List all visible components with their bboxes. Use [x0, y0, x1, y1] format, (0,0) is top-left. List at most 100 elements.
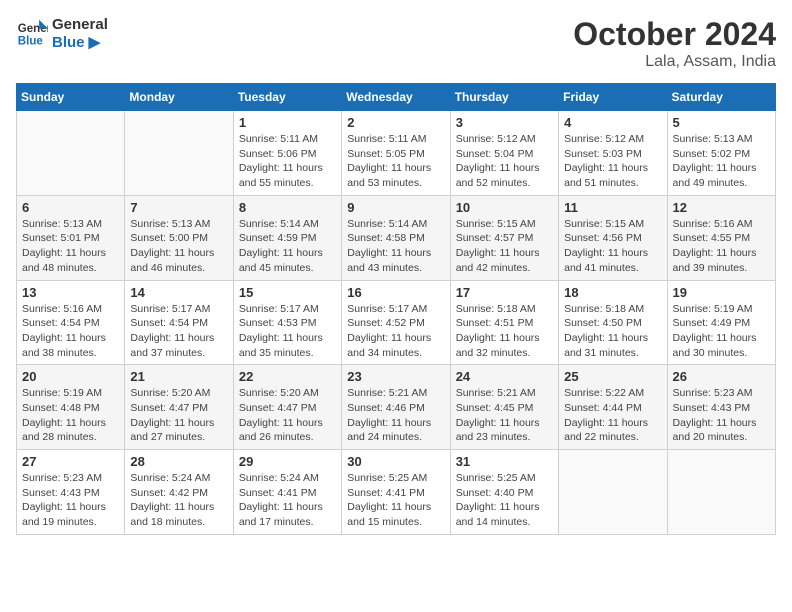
calendar-week-5: 27 Sunrise: 5:23 AM Sunset: 4:43 PM Dayli…: [17, 450, 776, 535]
calendar-cell: 27 Sunrise: 5:23 AM Sunset: 4:43 PM Dayli…: [17, 450, 125, 535]
header: General Blue General Blue ▶ October 2024…: [16, 16, 776, 71]
day-info: Sunrise: 5:25 AM Sunset: 4:40 PM Dayligh…: [456, 471, 553, 530]
calendar-cell: 12Sunrise: 5:16 AM Sunset: 4:55 PM Dayli…: [667, 195, 775, 280]
day-number: 31: [456, 454, 553, 469]
day-info: Sunrise: 5:19 AM Sunset: 4:48 PM Dayligh…: [22, 386, 119, 445]
day-number: 23: [347, 369, 444, 384]
calendar-location: Lala, Assam, India: [573, 53, 776, 71]
calendar-cell: 26 Sunrise: 5:23 AM Sunset: 4:43 PM Dayli…: [667, 365, 775, 450]
calendar-cell: 23 Sunrise: 5:21 AM Sunset: 4:46 PM Dayli…: [342, 365, 450, 450]
day-info: Sunrise: 5:24 AM Sunset: 4:42 PM Dayligh…: [130, 471, 227, 530]
calendar-cell: 9 Sunrise: 5:14 AM Sunset: 4:58 PM Daylig…: [342, 195, 450, 280]
day-number: 30: [347, 454, 444, 469]
day-number: 25: [564, 369, 661, 384]
day-info: Sunrise: 5:21 AM Sunset: 4:45 PM Dayligh…: [456, 386, 553, 445]
day-number: 9: [347, 200, 444, 215]
col-header-sunday: Sunday: [17, 84, 125, 111]
day-info: Sunrise: 5:13 AM Sunset: 5:01 PM Dayligh…: [22, 217, 119, 276]
day-number: 15: [239, 285, 336, 300]
logo-blue: Blue ▶: [52, 34, 108, 52]
col-header-tuesday: Tuesday: [233, 84, 341, 111]
day-info: Sunrise: 5:23 AM Sunset: 4:43 PM Dayligh…: [673, 386, 770, 445]
calendar-cell: 1 Sunrise: 5:11 AM Sunset: 5:06 PM Daylig…: [233, 111, 341, 196]
calendar-cell: 14 Sunrise: 5:17 AM Sunset: 4:54 PM Dayli…: [125, 280, 233, 365]
day-number: 5: [673, 115, 770, 130]
calendar-header-row: SundayMondayTuesdayWednesdayThursdayFrid…: [17, 84, 776, 111]
calendar-cell: 25 Sunrise: 5:22 AM Sunset: 4:44 PM Dayli…: [559, 365, 667, 450]
day-number: 24: [456, 369, 553, 384]
day-number: 16: [347, 285, 444, 300]
day-info: Sunrise: 5:13 AM Sunset: 5:02 PM Dayligh…: [673, 132, 770, 191]
day-info: Sunrise: 5:19 AM Sunset: 4:49 PM Dayligh…: [673, 302, 770, 361]
calendar-cell: 8 Sunrise: 5:14 AM Sunset: 4:59 PM Daylig…: [233, 195, 341, 280]
day-info: Sunrise: 5:11 AM Sunset: 5:05 PM Dayligh…: [347, 132, 444, 191]
calendar-cell: 18 Sunrise: 5:18 AM Sunset: 4:50 PM Dayli…: [559, 280, 667, 365]
calendar-week-4: 20 Sunrise: 5:19 AM Sunset: 4:48 PM Dayli…: [17, 365, 776, 450]
logo-general: General: [52, 16, 108, 34]
day-number: 22: [239, 369, 336, 384]
day-number: 28: [130, 454, 227, 469]
calendar-cell: 31 Sunrise: 5:25 AM Sunset: 4:40 PM Dayli…: [450, 450, 558, 535]
day-info: Sunrise: 5:12 AM Sunset: 5:04 PM Dayligh…: [456, 132, 553, 191]
calendar-cell: [125, 111, 233, 196]
day-info: Sunrise: 5:23 AM Sunset: 4:43 PM Dayligh…: [22, 471, 119, 530]
day-number: 6: [22, 200, 119, 215]
col-header-saturday: Saturday: [667, 84, 775, 111]
col-header-monday: Monday: [125, 84, 233, 111]
day-number: 18: [564, 285, 661, 300]
day-number: 20: [22, 369, 119, 384]
calendar-week-1: 1 Sunrise: 5:11 AM Sunset: 5:06 PM Daylig…: [17, 111, 776, 196]
day-number: 3: [456, 115, 553, 130]
calendar-cell: 28 Sunrise: 5:24 AM Sunset: 4:42 PM Dayli…: [125, 450, 233, 535]
calendar-cell: 7Sunrise: 5:13 AM Sunset: 5:00 PM Daylig…: [125, 195, 233, 280]
day-number: 13: [22, 285, 119, 300]
calendar-week-2: 6 Sunrise: 5:13 AM Sunset: 5:01 PM Daylig…: [17, 195, 776, 280]
day-number: 2: [347, 115, 444, 130]
day-info: Sunrise: 5:14 AM Sunset: 4:58 PM Dayligh…: [347, 217, 444, 276]
day-number: 7: [130, 200, 227, 215]
day-info: Sunrise: 5:18 AM Sunset: 4:50 PM Dayligh…: [564, 302, 661, 361]
day-number: 4: [564, 115, 661, 130]
calendar-title: October 2024: [573, 16, 776, 53]
day-info: Sunrise: 5:16 AM Sunset: 4:54 PM Dayligh…: [22, 302, 119, 361]
day-info: Sunrise: 5:20 AM Sunset: 4:47 PM Dayligh…: [239, 386, 336, 445]
title-area: October 2024 Lala, Assam, India: [573, 16, 776, 71]
day-number: 1: [239, 115, 336, 130]
day-info: Sunrise: 5:20 AM Sunset: 4:47 PM Dayligh…: [130, 386, 227, 445]
calendar-cell: 21 Sunrise: 5:20 AM Sunset: 4:47 PM Dayli…: [125, 365, 233, 450]
day-number: 26: [673, 369, 770, 384]
day-info: Sunrise: 5:18 AM Sunset: 4:51 PM Dayligh…: [456, 302, 553, 361]
day-number: 27: [22, 454, 119, 469]
col-header-thursday: Thursday: [450, 84, 558, 111]
day-info: Sunrise: 5:17 AM Sunset: 4:54 PM Dayligh…: [130, 302, 227, 361]
calendar-cell: 4 Sunrise: 5:12 AM Sunset: 5:03 PM Daylig…: [559, 111, 667, 196]
calendar-cell: 3 Sunrise: 5:12 AM Sunset: 5:04 PM Daylig…: [450, 111, 558, 196]
calendar-cell: 5 Sunrise: 5:13 AM Sunset: 5:02 PM Daylig…: [667, 111, 775, 196]
calendar-cell: 15Sunrise: 5:17 AM Sunset: 4:53 PM Dayli…: [233, 280, 341, 365]
day-number: 21: [130, 369, 227, 384]
day-info: Sunrise: 5:15 AM Sunset: 4:57 PM Dayligh…: [456, 217, 553, 276]
calendar-cell: 2 Sunrise: 5:11 AM Sunset: 5:05 PM Daylig…: [342, 111, 450, 196]
day-number: 10: [456, 200, 553, 215]
day-info: Sunrise: 5:12 AM Sunset: 5:03 PM Dayligh…: [564, 132, 661, 191]
calendar-cell: [559, 450, 667, 535]
calendar-cell: [17, 111, 125, 196]
day-info: Sunrise: 5:21 AM Sunset: 4:46 PM Dayligh…: [347, 386, 444, 445]
logo: General Blue General Blue ▶: [16, 16, 108, 52]
day-info: Sunrise: 5:22 AM Sunset: 4:44 PM Dayligh…: [564, 386, 661, 445]
calendar-cell: 17Sunrise: 5:18 AM Sunset: 4:51 PM Dayli…: [450, 280, 558, 365]
calendar-cell: 29Sunrise: 5:24 AM Sunset: 4:41 PM Dayli…: [233, 450, 341, 535]
col-header-friday: Friday: [559, 84, 667, 111]
col-header-wednesday: Wednesday: [342, 84, 450, 111]
calendar-week-3: 13 Sunrise: 5:16 AM Sunset: 4:54 PM Dayli…: [17, 280, 776, 365]
calendar-table: SundayMondayTuesdayWednesdayThursdayFrid…: [16, 83, 776, 535]
day-number: 8: [239, 200, 336, 215]
calendar-cell: 13 Sunrise: 5:16 AM Sunset: 4:54 PM Dayli…: [17, 280, 125, 365]
day-info: Sunrise: 5:14 AM Sunset: 4:59 PM Dayligh…: [239, 217, 336, 276]
day-info: Sunrise: 5:11 AM Sunset: 5:06 PM Dayligh…: [239, 132, 336, 191]
day-number: 12: [673, 200, 770, 215]
calendar-cell: 22 Sunrise: 5:20 AM Sunset: 4:47 PM Dayli…: [233, 365, 341, 450]
day-number: 19: [673, 285, 770, 300]
day-number: 14: [130, 285, 227, 300]
calendar-cell: 11Sunrise: 5:15 AM Sunset: 4:56 PM Dayli…: [559, 195, 667, 280]
